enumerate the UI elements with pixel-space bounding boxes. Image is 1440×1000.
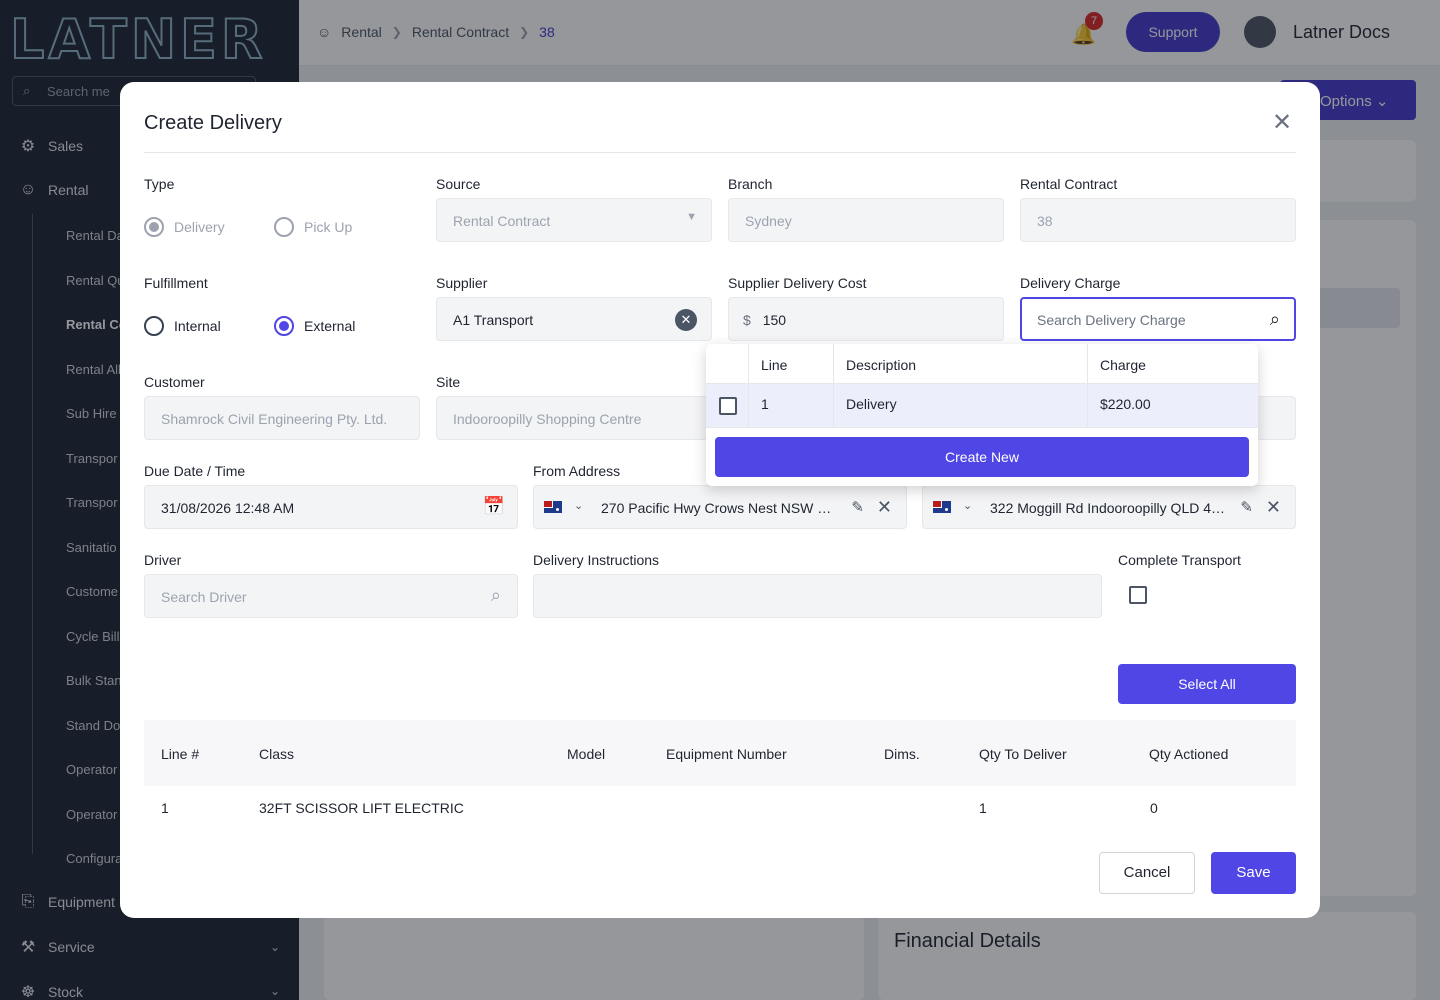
create-new-button[interactable]: Create New [715,437,1249,477]
driver-placeholder: Search Driver [161,589,247,605]
pencil-icon[interactable]: ✎ [1240,498,1253,516]
calendar-icon[interactable]: 📅 [483,496,505,517]
cell-description: Delivery [846,396,897,412]
customer-label: Customer [144,374,205,390]
australia-flag-icon [933,501,951,513]
modal-title: Create Delivery [144,112,282,134]
close-icon[interactable]: ✕ [877,497,892,518]
to-address-value: 322 Moggill Rd Indooroopilly QLD 4068 [990,500,1226,516]
search-icon[interactable]: ⌕ [491,585,501,606]
delivery-instructions-input[interactable] [533,574,1102,618]
due-date-input[interactable]: 31/08/2026 12:48 AM 📅 [144,485,518,529]
type-radio-pickup[interactable]: Pick Up [274,217,352,237]
from-address-field[interactable]: ⌄ 270 Pacific Hwy Crows Nest NSW 2065 ✎ … [533,485,907,529]
branch-label: Branch [728,176,773,192]
driver-label: Driver [144,552,182,568]
branch-field[interactable]: Sydney [728,198,1004,242]
supplier-delivery-cost-label: Supplier Delivery Cost [728,275,867,291]
create-delivery-modal: Create Delivery ✕ Type Delivery Pick Up … [120,82,1320,918]
column-header: Line # [161,746,200,762]
cell-qty-actioned: 0 [1150,800,1158,816]
customer-field[interactable]: Shamrock Civil Engineering Pty. Ltd. [144,396,420,440]
column-header: Qty To Deliver [979,746,1067,762]
source-value: Rental Contract [453,213,551,229]
from-address-value: 270 Pacific Hwy Crows Nest NSW 2065 [601,500,837,516]
dropdown-option-row[interactable]: 1 Delivery $220.00 [706,384,1258,428]
column-header: Description [846,357,917,373]
chevron-down-icon[interactable]: ⌄ [963,499,972,512]
radio-label: Pick Up [304,219,353,235]
delivery-charge-label: Delivery Charge [1020,275,1121,291]
supplier-value: A1 Transport [453,312,534,328]
radio-label: Internal [174,318,221,334]
close-icon[interactable]: ✕ [1266,497,1281,518]
radio-button[interactable] [144,316,164,336]
due-date-value: 31/08/2026 12:48 AM [161,500,295,516]
site-label: Site [436,374,461,390]
radio-label: Delivery [174,219,225,235]
column-header: Dims. [884,746,920,762]
row-checkbox[interactable] [719,397,737,415]
from-address-label: From Address [533,463,621,479]
background-field [1256,396,1296,440]
column-divider [748,344,749,428]
column-divider [1087,344,1088,428]
cell-line: 1 [761,396,769,412]
due-date-label: Due Date / Time [144,463,246,479]
delivery-charge-dropdown: Line Description Charge 1 Delivery $220.… [706,344,1258,486]
delivery-instructions-label: Delivery Instructions [533,552,660,568]
save-button[interactable]: Save [1211,852,1296,894]
supplier-label: Supplier [436,275,488,291]
search-icon[interactable]: ⌕ [1270,309,1280,330]
title-divider [144,152,1296,153]
cell-class: 32FT SCISSOR LIFT ELECTRIC [259,800,464,816]
currency-symbol: $ [743,312,751,328]
column-header: Charge [1100,357,1146,373]
cancel-button[interactable]: Cancel [1099,852,1195,894]
australia-flag-icon [544,501,562,513]
driver-search-input[interactable]: Search Driver ⌕ [144,574,518,618]
cell-charge: $220.00 [1100,396,1151,412]
rental-contract-field[interactable]: 38 [1020,198,1296,242]
source-select[interactable]: Rental Contract ▼ [436,198,712,242]
column-header: Class [259,746,295,762]
clear-icon[interactable]: ✕ [675,309,697,331]
cell-qty-to-deliver: 1 [979,800,987,816]
column-header: Qty Actioned [1149,746,1229,762]
select-all-button[interactable]: Select All [1118,664,1296,704]
radio-button[interactable] [274,217,294,237]
type-radio-delivery[interactable]: Delivery [144,217,225,237]
fulfillment-label: Fulfillment [144,275,208,291]
site-field[interactable]: Indooroopilly Shopping Centre [436,396,712,440]
source-label: Source [436,176,481,192]
delivery-charge-search-input[interactable]: Search Delivery Charge ⌕ [1020,297,1296,341]
column-header: Line [761,357,788,373]
radio-label: External [304,318,356,334]
fulfillment-radio-external[interactable]: External [274,316,355,336]
pencil-icon[interactable]: ✎ [851,498,864,516]
rental-contract-label: Rental Contract [1020,176,1118,192]
close-icon[interactable]: ✕ [1272,108,1292,137]
column-header: Equipment Number [666,746,787,762]
supplier-delivery-cost-input[interactable]: $ 150 [728,297,1004,341]
radio-button[interactable] [274,316,294,336]
to-address-field[interactable]: ⌄ 322 Moggill Rd Indooroopilly QLD 4068 … [922,485,1296,529]
supplier-field[interactable]: A1 Transport ✕ [436,297,712,341]
fulfillment-radio-internal[interactable]: Internal [144,316,221,336]
lines-table-header: Line # Class Model Equipment Number Dims… [144,720,1296,786]
caret-down-icon: ▼ [686,211,697,223]
chevron-down-icon[interactable]: ⌄ [574,499,583,512]
supplier-delivery-cost-value: 150 [762,312,787,328]
column-header: Model [567,746,606,762]
radio-button[interactable] [144,217,164,237]
delivery-charge-placeholder: Search Delivery Charge [1037,312,1186,328]
dropdown-header: Line Description Charge [706,344,1258,384]
cell-line: 1 [161,800,169,816]
complete-transport-label: Complete Transport [1118,552,1241,568]
type-label: Type [144,176,175,192]
complete-transport-checkbox[interactable] [1129,586,1147,604]
column-divider [833,344,834,428]
